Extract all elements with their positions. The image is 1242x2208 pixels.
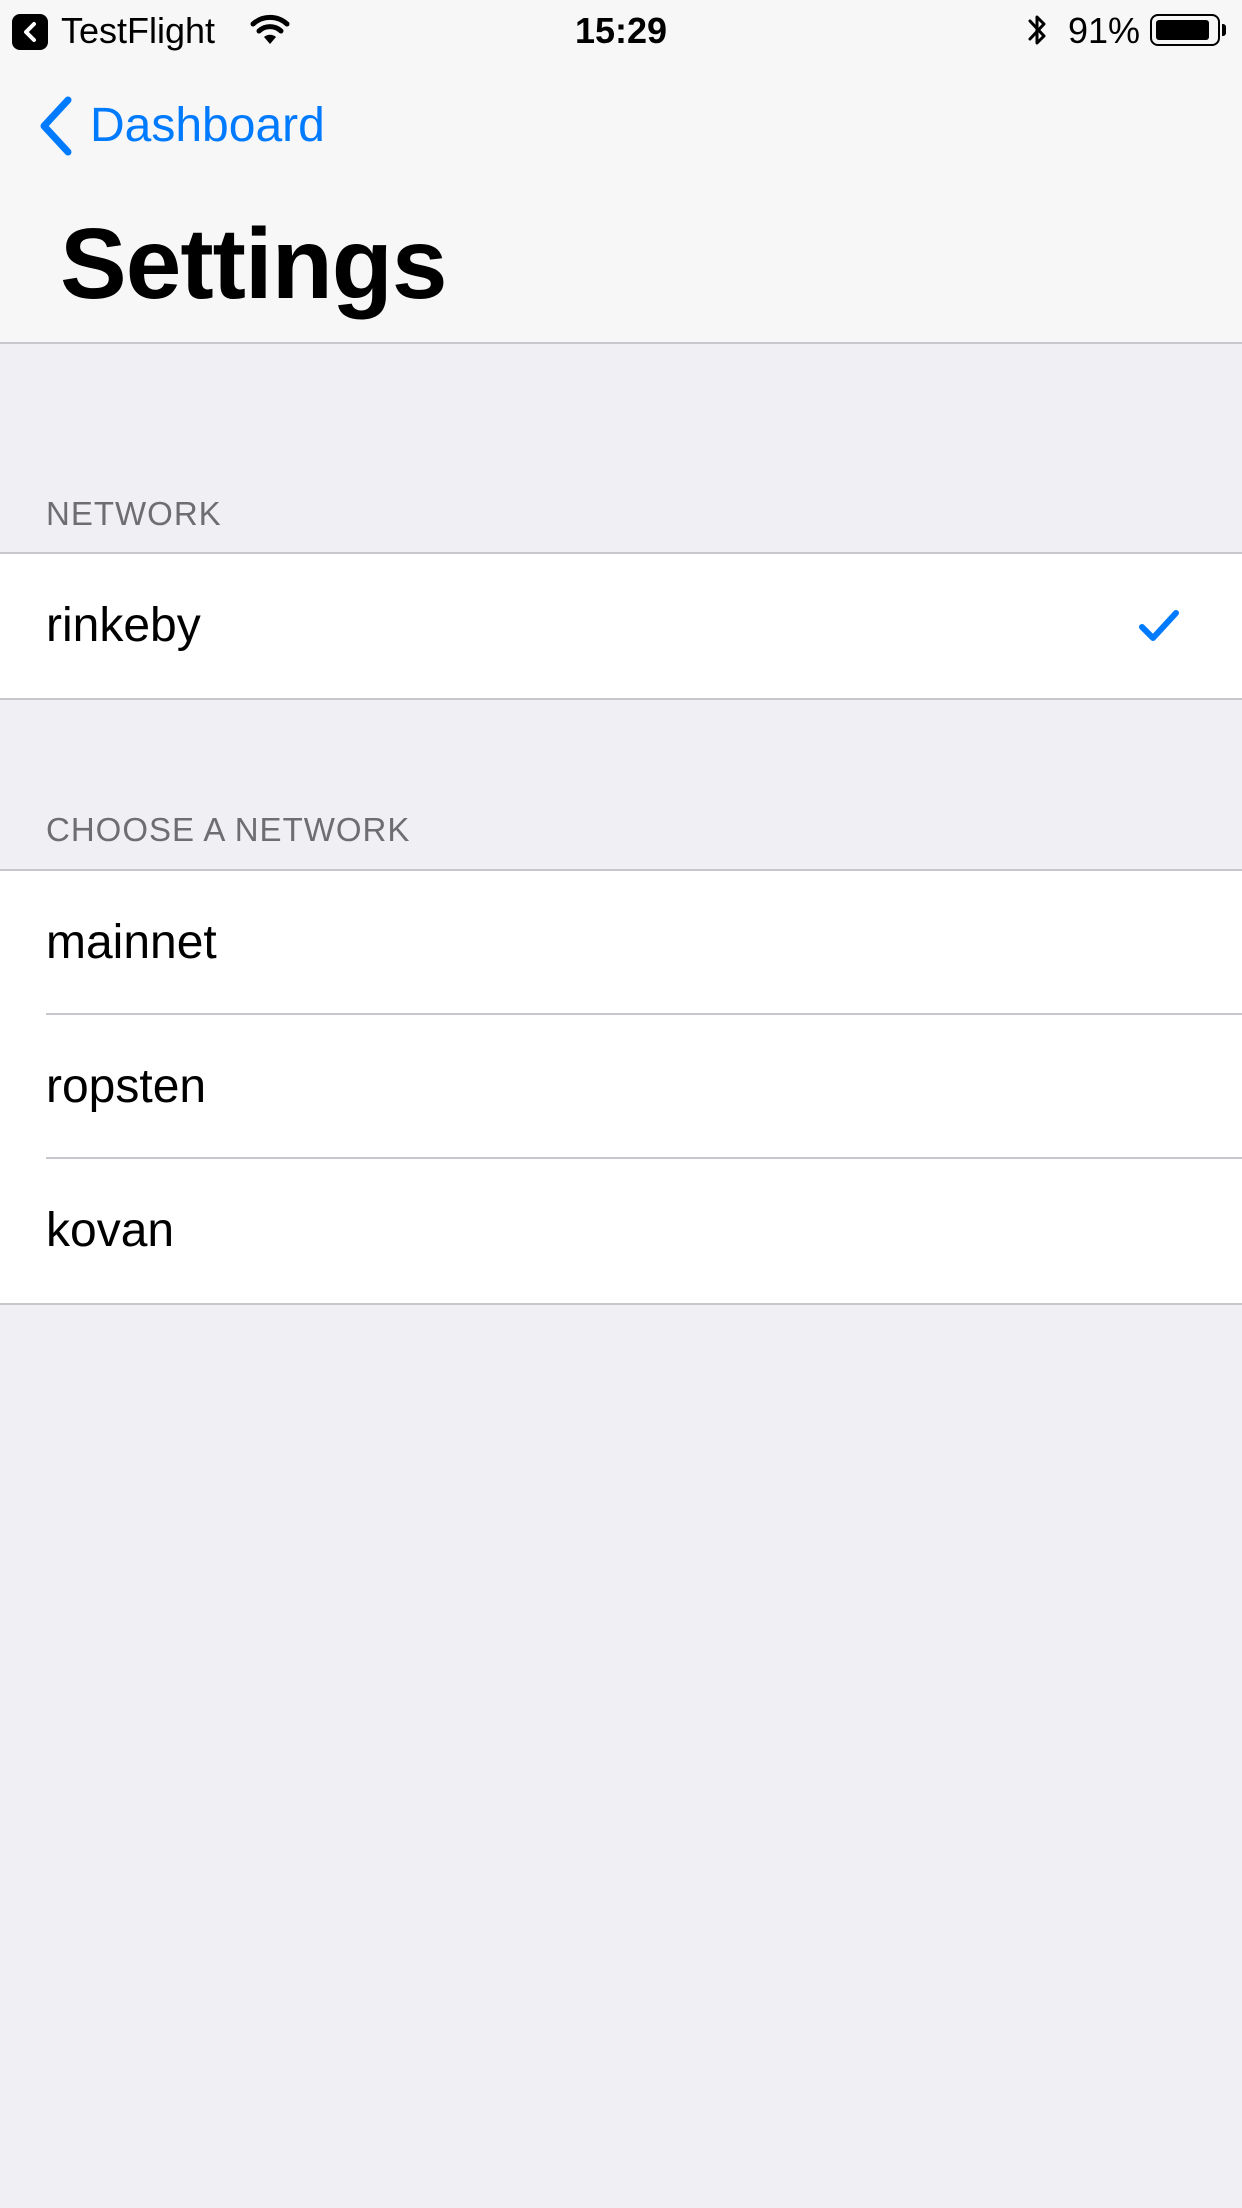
battery-level-fill — [1156, 20, 1209, 40]
choose-network-group: mainnet ropsten kovan — [0, 869, 1242, 1305]
current-network-group: rinkeby — [0, 552, 1242, 700]
network-row-label: rinkeby — [46, 599, 201, 652]
chevron-left-icon — [40, 96, 72, 156]
battery-percentage: 91% — [1068, 10, 1141, 51]
back-button[interactable]: Dashboard — [36, 94, 325, 158]
network-option-mainnet[interactable]: mainnet — [0, 871, 1242, 1015]
network-option-label: mainnet — [46, 916, 217, 969]
back-button-label: Dashboard — [90, 99, 325, 152]
section-header-choose-network: CHOOSE A NETWORK — [46, 811, 411, 848]
network-option-label: kovan — [46, 1204, 175, 1257]
settings-screen: TestFlight 15:29 91% Dashboard Settings — [0, 0, 1242, 2208]
bluetooth-icon — [1028, 15, 1046, 45]
network-option-ropsten[interactable]: ropsten — [0, 1015, 1242, 1159]
checkmark-icon — [1139, 610, 1179, 641]
battery-cap — [1222, 24, 1226, 36]
battery-icon — [1150, 14, 1220, 46]
page-title: Settings — [60, 208, 447, 320]
status-bar: TestFlight 15:29 91% — [0, 0, 1242, 60]
network-row-rinkeby[interactable]: rinkeby — [0, 554, 1242, 698]
network-option-kovan[interactable]: kovan — [0, 1159, 1242, 1303]
status-time: 15:29 — [574, 10, 668, 51]
network-option-label: ropsten — [46, 1060, 207, 1113]
navigation-bar: TestFlight 15:29 91% Dashboard Settings — [0, 0, 1242, 344]
section-header-network: NETWORK — [46, 495, 222, 532]
